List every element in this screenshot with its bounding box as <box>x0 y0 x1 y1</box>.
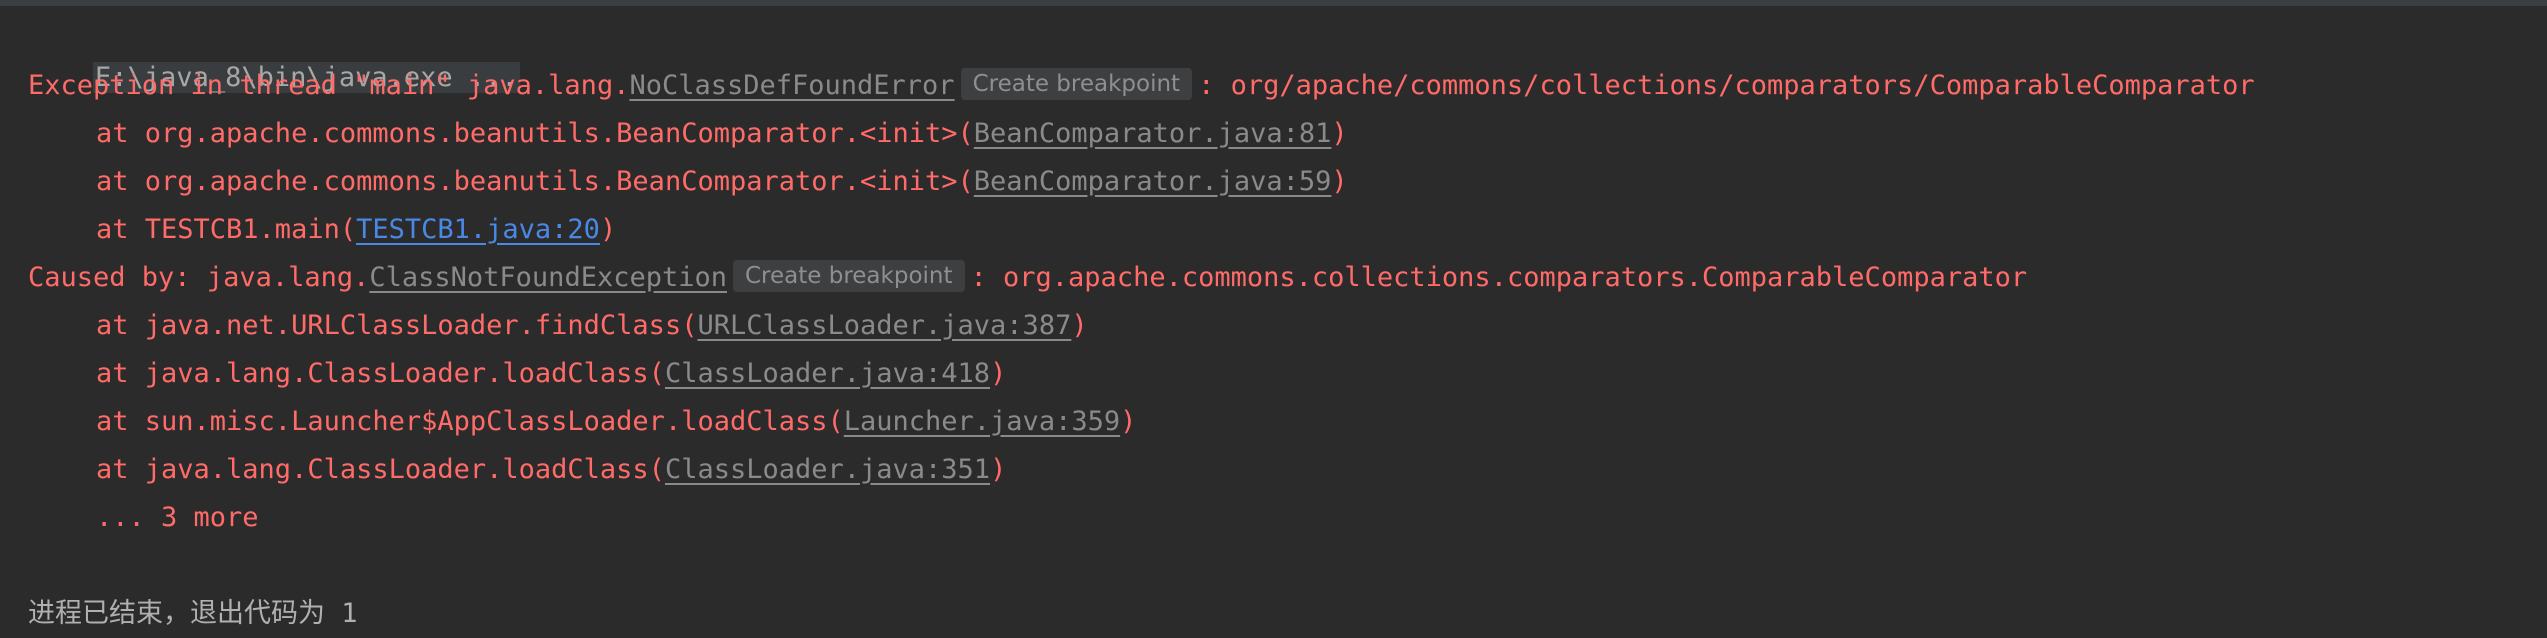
caused-prefix: Caused by: java.lang. <box>28 262 370 293</box>
process-exit-line: 进程已结束，退出代码为 1 <box>28 594 358 634</box>
create-breakpoint-button-2[interactable]: Create breakpoint <box>733 260 965 292</box>
stack-frame-prefix: at org.apache.commons.beanutils.BeanComp… <box>96 118 974 149</box>
stack-frame-link[interactable]: BeanComparator.java:59 <box>974 166 1332 197</box>
stack-frame-suffix: ) <box>1120 406 1137 437</box>
stack-frame-suffix: ) <box>599 214 617 245</box>
caused-by-line: Caused by: java.lang.ClassNotFoundExcept… <box>28 258 2027 298</box>
stack-frame-link[interactable]: ClassLoader.java:418 <box>665 358 990 389</box>
stack-frame: at org.apache.commons.beanutils.BeanComp… <box>28 114 1348 154</box>
stack-frame-prefix: at java.lang.ClassLoader.loadClass( <box>96 358 665 389</box>
stack-frame-suffix: ) <box>1071 310 1088 341</box>
stack-frame-link[interactable]: ClassLoader.java:351 <box>665 454 990 485</box>
stack-frame: at java.lang.ClassLoader.loadClass(Class… <box>28 450 1006 490</box>
stack-frame-link[interactable]: Launcher.java:359 <box>844 406 1120 437</box>
more-frames-line: ... 3 more <box>28 498 259 538</box>
stack-frame-suffix: ) <box>990 358 1007 389</box>
exception-class-link[interactable]: NoClassDefFoundError <box>629 70 954 101</box>
stack-frame-prefix: at java.lang.ClassLoader.loadClass( <box>96 454 665 485</box>
create-breakpoint-button-1[interactable]: Create breakpoint <box>960 68 1193 100</box>
stack-frame-prefix: at org.apache.commons.beanutils.BeanComp… <box>96 166 974 197</box>
caused-class-link[interactable]: ClassNotFoundException <box>369 262 727 293</box>
caused-message: : org.apache.commons.collections.compara… <box>970 262 2028 293</box>
more-frames-text: ... 3 more <box>96 502 259 533</box>
stack-frame-prefix: at sun.misc.Launcher$AppClassLoader.load… <box>96 406 844 437</box>
exception-line: Exception in thread "main" java.lang.NoC… <box>28 66 2255 106</box>
stack-frame-link[interactable]: BeanComparator.java:81 <box>974 118 1332 149</box>
exception-message: : org/apache/commons/collections/compara… <box>1198 70 2255 101</box>
stack-frame-link[interactable]: URLClassLoader.java:387 <box>697 310 1071 341</box>
stack-frame-link-user-code[interactable]: TESTCB1.java:20 <box>356 214 600 245</box>
stack-frame-prefix: at java.net.URLClassLoader.findClass( <box>96 310 698 341</box>
run-console: E:\java_8\bin\java.exe ... Exception in … <box>0 0 2547 638</box>
stack-frame-suffix: ) <box>990 454 1007 485</box>
stack-frame-suffix: ) <box>1331 118 1348 149</box>
command-line[interactable]: E:\java_8\bin\java.exe ... <box>28 18 520 93</box>
process-exit-message: 进程已结束，退出代码为 1 <box>28 598 358 629</box>
exception-prefix: Exception in thread "main" java.lang. <box>28 70 630 101</box>
stack-frame: at sun.misc.Launcher$AppClassLoader.load… <box>28 402 1136 442</box>
stack-frame: at TESTCB1.main(TESTCB1.java:20) <box>28 210 616 250</box>
stack-frame: at org.apache.commons.beanutils.BeanComp… <box>28 162 1348 202</box>
stack-frame-suffix: ) <box>1331 166 1348 197</box>
stack-frame: at java.lang.ClassLoader.loadClass(Class… <box>28 354 1006 394</box>
stack-frame: at java.net.URLClassLoader.findClass(URL… <box>28 306 1088 346</box>
stack-frame-prefix: at TESTCB1.main( <box>96 214 357 245</box>
